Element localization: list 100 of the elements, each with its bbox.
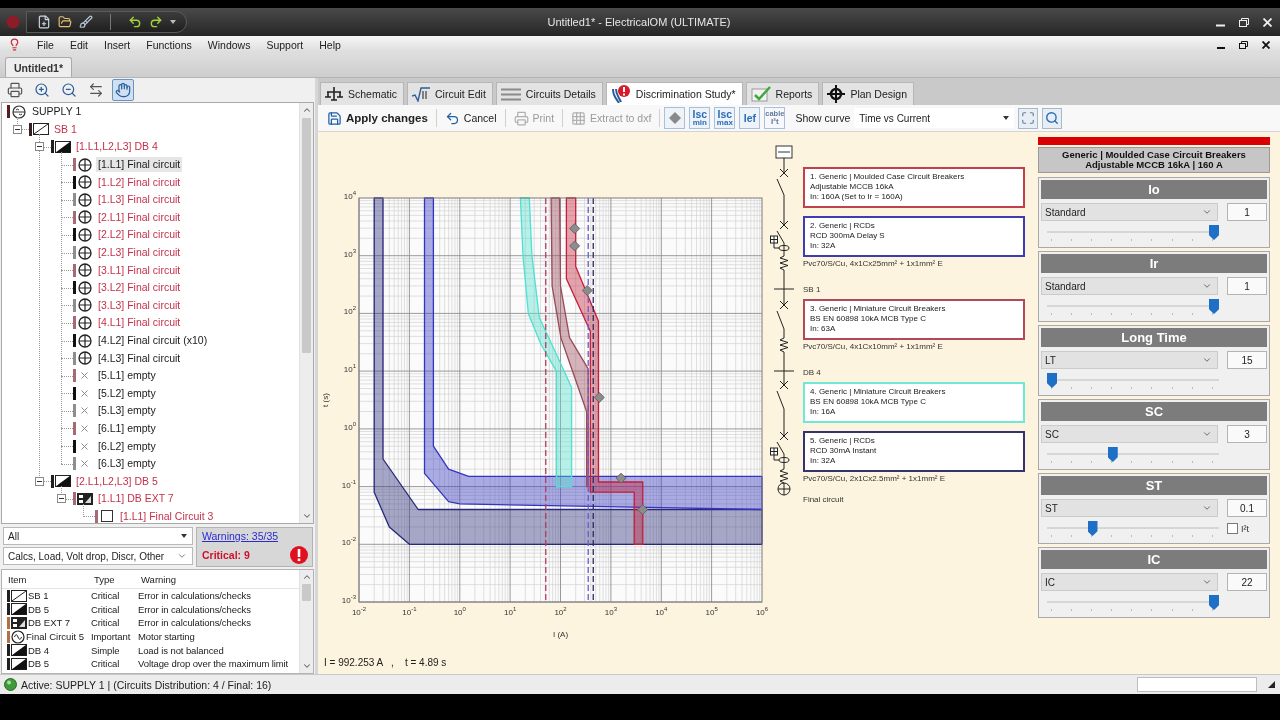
tree-item[interactable]: [5.L3] empty <box>96 403 158 419</box>
tree-item[interactable]: [5.L1] empty <box>96 368 158 384</box>
slider-track[interactable] <box>1047 224 1219 244</box>
save-button[interactable]: Apply changes <box>323 107 432 129</box>
tree-item[interactable]: SUPPLY 1 <box>30 104 84 120</box>
caret-down-icon[interactable] <box>170 20 176 24</box>
tree-item[interactable]: [2.L3] Final circuit <box>96 245 183 261</box>
slider-thumb[interactable] <box>1209 225 1219 240</box>
tree-item[interactable]: [3.L1] Final circuit <box>96 262 183 278</box>
scrollbar-thumb[interactable] <box>302 118 311 353</box>
tab[interactable]: Plan Design <box>822 82 914 105</box>
restore-icon[interactable] <box>1239 40 1248 49</box>
value-field[interactable]: 22 <box>1227 573 1267 591</box>
slider-track[interactable] <box>1047 298 1219 318</box>
new-file-icon[interactable] <box>37 15 51 29</box>
column-header[interactable]: Type <box>88 573 135 585</box>
device-card[interactable]: 1. Generic | Moulded Case Circuit Breakers Adjustable MCCB 16kA In: 160A (Set to Ir = 160A) <box>803 167 1025 208</box>
menu-item[interactable]: Edit <box>69 38 88 51</box>
tree-item[interactable]: [2.L1] Final circuit <box>96 209 183 225</box>
tab[interactable]: Circuits Details <box>495 82 603 105</box>
tree-item[interactable]: [1.L1] Final Circuit 3 <box>118 508 216 523</box>
scrollbar[interactable] <box>299 570 313 673</box>
menu-item[interactable]: Support <box>266 38 304 51</box>
chevron-up-icon[interactable] <box>301 105 312 115</box>
value-field[interactable]: 3 <box>1227 425 1267 443</box>
mode-select[interactable]: ST <box>1041 499 1218 517</box>
close-icon[interactable] <box>1262 40 1270 49</box>
chevron-up-icon[interactable] <box>301 572 312 582</box>
slider-thumb[interactable] <box>1047 373 1057 388</box>
tab[interactable]: Schematic <box>320 82 405 105</box>
mode-select[interactable]: SC <box>1041 425 1218 443</box>
mode-select[interactable]: IC <box>1041 573 1218 591</box>
slider-thumb[interactable] <box>1209 595 1219 610</box>
tree-item[interactable]: [6.L3] empty <box>96 456 158 472</box>
collapse-icon[interactable] <box>35 476 44 486</box>
document-tab[interactable]: Untitled1* <box>5 57 72 77</box>
tree-item[interactable]: [3.L2] Final circuit <box>96 280 183 296</box>
value-field[interactable]: 15 <box>1227 351 1267 369</box>
tree-item[interactable]: [4.L2] Final circuit (x10) <box>96 333 210 348</box>
menu-item[interactable]: Windows <box>207 38 251 51</box>
tree-item[interactable]: [1.L2] Final circuit <box>96 174 183 190</box>
toggle-button[interactable]: Isc min <box>689 107 711 129</box>
toggle-button[interactable]: Isc max <box>714 107 736 129</box>
category-select[interactable]: Calcs, Load, Volt drop, Discr, Other <box>3 547 193 565</box>
tree-item[interactable]: [2.L1,L2,L3] DB 5 <box>74 473 160 489</box>
tree-item[interactable]: [6.L2] empty <box>96 438 158 454</box>
tree-item[interactable]: [1.L3] Final circuit <box>96 192 183 208</box>
status-field[interactable] <box>1137 677 1257 692</box>
menu-item[interactable]: File <box>37 38 54 51</box>
hand-button[interactable] <box>112 79 134 101</box>
slider-thumb[interactable] <box>1107 447 1118 462</box>
tab[interactable]: Reports <box>745 82 820 105</box>
slider-track[interactable] <box>1047 372 1219 392</box>
value-field[interactable]: 0.1 <box>1227 499 1267 517</box>
tab[interactable]: Discrimination Study* <box>605 82 743 105</box>
collapse-icon[interactable] <box>57 494 66 504</box>
device-card[interactable]: 4. Generic | Miniature Circuit Breakers BS EN 60898 10kA MCB Type C In: 16A <box>803 382 1025 423</box>
tree-item[interactable]: [1.L1] Final circuit <box>96 157 183 173</box>
tree-item[interactable]: [3.L3] Final circuit <box>96 297 183 313</box>
device-card[interactable]: 5. Generic | RCDs RCD 30mA Instant In: 32A <box>803 431 1025 472</box>
restore-icon[interactable] <box>1239 17 1249 27</box>
column-header[interactable]: Item <box>2 573 88 585</box>
value-field[interactable]: 1 <box>1227 277 1267 295</box>
tree-item[interactable]: SB 1 <box>52 121 79 137</box>
tree-item[interactable]: [4.L1] Final circuit <box>96 315 183 331</box>
mode-select[interactable]: Standard <box>1041 277 1218 295</box>
tree-item[interactable]: [6.L1] empty <box>96 421 158 436</box>
warnings-link[interactable]: Warnings: 35/35 <box>202 530 279 542</box>
scrollbar[interactable] <box>299 103 313 523</box>
toggle-button[interactable]: Ief <box>739 107 761 129</box>
mode-select[interactable]: LT <box>1041 351 1218 369</box>
curve-select[interactable]: Time vs Current <box>854 108 1015 128</box>
device-card[interactable]: 3. Generic | Miniature Circuit Breakers BS EN 60898 10kA MCB Type C In: 63A <box>803 299 1025 340</box>
slider-track[interactable] <box>1047 594 1219 614</box>
tree-item[interactable]: [2.L2] Final circuit <box>96 227 183 243</box>
filter-select[interactable]: All <box>3 527 193 545</box>
folder-icon[interactable] <box>58 15 72 29</box>
collapse-icon[interactable] <box>35 142 44 152</box>
diamond-button[interactable] <box>664 107 686 129</box>
zoom-button[interactable] <box>1042 107 1063 129</box>
chevron-down-icon[interactable] <box>301 661 312 671</box>
mode-select[interactable]: Standard <box>1041 203 1218 221</box>
scrollbar-thumb[interactable] <box>302 584 311 601</box>
chevron-down-icon[interactable] <box>301 511 312 521</box>
value-field[interactable]: 1 <box>1227 203 1267 221</box>
menu-item[interactable]: Functions <box>146 38 192 51</box>
tree-item[interactable]: [5.L2] empty <box>96 385 158 401</box>
collapse-icon[interactable] <box>13 124 22 134</box>
lightbulb-icon[interactable] <box>8 38 21 51</box>
fit-button[interactable] <box>1018 107 1039 129</box>
undo-button[interactable]: Cancel <box>440 107 501 129</box>
checkbox[interactable] <box>1227 523 1238 534</box>
device-card[interactable]: 2. Generic | RCDs RCD 300mA Delay S In: 32A <box>803 216 1025 257</box>
menu-item[interactable]: Help <box>319 38 341 51</box>
slider-thumb[interactable] <box>1087 521 1098 536</box>
tree-item[interactable]: [4.L3] Final circuit <box>96 350 183 366</box>
redo-icon[interactable] <box>149 15 163 29</box>
tree-item[interactable]: [1.L1,L2,L3] DB 4 <box>74 139 160 155</box>
tab[interactable]: Circuit Edit <box>407 82 493 105</box>
undo-icon[interactable] <box>128 15 142 29</box>
